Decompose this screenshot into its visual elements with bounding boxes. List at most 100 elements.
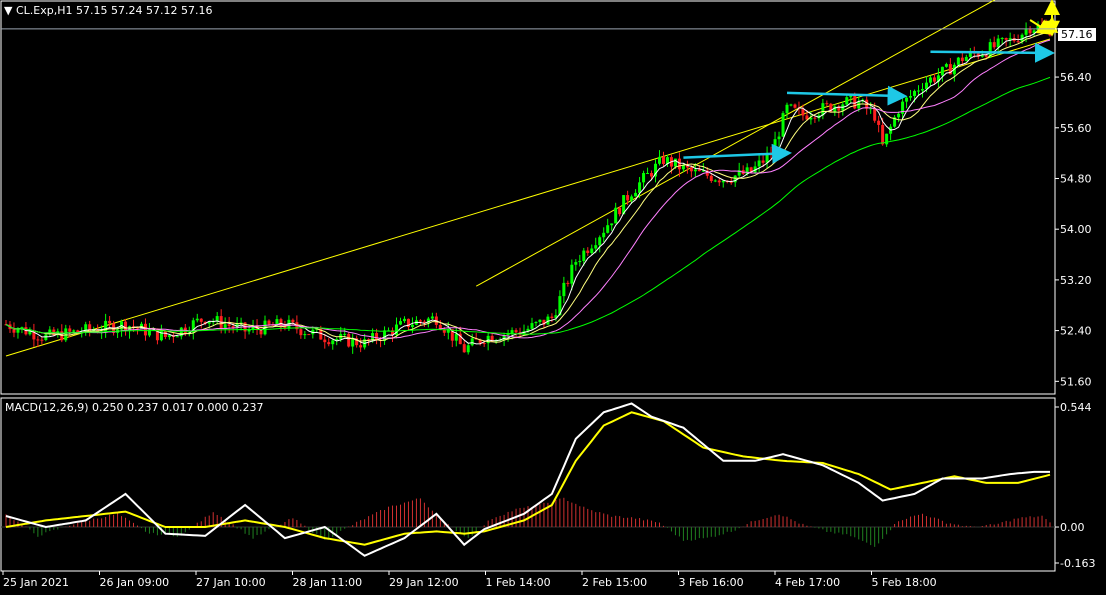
candle-body (618, 207, 622, 215)
candle-body (143, 323, 147, 336)
candle-body (586, 250, 590, 254)
candle-body (781, 113, 785, 137)
trading-chart[interactable]: 56.40 55.60 54.80 54.00 53.20 52.40 51.60 0.544… (0, 0, 1106, 592)
chart-frame (0, 0, 1056, 572)
candle-body (996, 38, 1000, 48)
macd-y-tick-label: 0.544 (1060, 401, 1092, 414)
macd-main-line (5, 402, 1050, 557)
candle-body (721, 180, 725, 183)
candle-body (785, 104, 789, 114)
candle-body (757, 160, 761, 167)
candle-body (1000, 37, 1004, 39)
chart-svg[interactable]: 56.40 55.60 54.80 54.00 53.20 52.40 51.60 0.544… (0, 0, 1106, 592)
candle-body (825, 103, 829, 105)
x-tick-label: 29 Jan 12:00 (389, 576, 459, 589)
x-tick-label: 2 Feb 15:00 (582, 576, 647, 589)
trend-channel[interactable] (5, 0, 1051, 357)
candle-body (331, 340, 335, 345)
candle-body (761, 160, 765, 163)
candle-body (1004, 37, 1008, 40)
candle-body (68, 328, 72, 332)
candle-body (1028, 29, 1032, 34)
ma-slow-line (5, 39, 1051, 339)
candle-body (195, 318, 199, 321)
candle-body (227, 324, 231, 327)
candle-body (430, 316, 434, 319)
candle-body (347, 333, 351, 347)
candle-body (873, 108, 877, 121)
y-tick-label: 53.20 (1060, 274, 1092, 287)
candle-body (323, 339, 327, 343)
macd-pane-border (0, 397, 1056, 572)
candle-body (594, 245, 598, 249)
candle-body (813, 117, 817, 119)
x-tick-label: 5 Feb 18:00 (872, 576, 937, 589)
candle-body (299, 329, 303, 336)
candle-body (638, 182, 642, 193)
candle-body (917, 90, 921, 92)
candle-body (582, 250, 586, 261)
candle-body (462, 344, 466, 353)
candle-body (167, 335, 171, 338)
x-tick-label: 27 Jan 10:00 (196, 576, 266, 589)
candle-body (789, 104, 793, 106)
y-tick-label: 55.60 (1060, 122, 1092, 135)
candle-body (689, 167, 693, 172)
x-tick-label: 3 Feb 16:00 (679, 576, 744, 589)
candle-body (267, 320, 271, 325)
candle-body (881, 124, 885, 145)
candle-body (514, 330, 518, 333)
x-tick-label: 25 Jan 2021 (3, 576, 69, 589)
y-tick-label: 54.80 (1060, 172, 1092, 185)
candle-body (602, 232, 606, 238)
candle-body (897, 113, 901, 118)
candle-body (36, 339, 40, 341)
candle-body (343, 333, 347, 335)
candle-body (909, 96, 913, 98)
macd-indicator (1, 402, 1055, 557)
x-tick-label: 28 Jan 11:00 (293, 576, 363, 589)
candle-body (410, 324, 414, 328)
x-tick-label: 4 Feb 17:00 (775, 576, 840, 589)
annotation-arrows[interactable] (683, 0, 1060, 164)
ohlc-values: 57.15 57.24 57.12 57.16 (75, 4, 213, 17)
candle-body (303, 334, 307, 336)
candle-body (88, 324, 92, 331)
candle-body (920, 88, 924, 91)
candle-body (606, 225, 610, 233)
candle-body (801, 108, 805, 116)
macd-y-tick-label: 0.00 (1060, 521, 1085, 534)
candle-body (717, 180, 721, 183)
collapse-triangle-icon[interactable]: ▼ (4, 4, 12, 17)
candle-body (223, 324, 227, 329)
candle-body (988, 42, 992, 57)
symbol-label: CL.Exp,H1 (15, 4, 73, 17)
x-tick-label: 1 Feb 14:00 (486, 576, 551, 589)
macd-label: MACD(12,26,9) 0.250 0.237 0.017 0.000 0.… (5, 401, 264, 414)
macd-y-tick-label: -0.163 (1060, 557, 1095, 570)
candle-body (327, 342, 331, 345)
ma-long-line (5, 76, 1051, 335)
candle-body (849, 95, 853, 98)
candle-body (853, 95, 857, 109)
x-tick-label: 26 Jan 09:00 (100, 576, 170, 589)
candle-body (534, 321, 538, 324)
candle-body (598, 237, 602, 246)
chart-header[interactable]: ▼ CL.Exp,H1 57.15 57.24 57.12 57.16 (4, 4, 212, 17)
candle-body (1024, 29, 1028, 35)
candle-body (924, 82, 928, 89)
candle-body (570, 264, 574, 284)
horizontal-arrow (786, 85, 908, 106)
y-tick-label: 52.40 (1060, 325, 1092, 338)
candle-body (1016, 41, 1020, 43)
candle-body (984, 55, 988, 57)
candle-body (793, 104, 797, 108)
candle-body (64, 328, 68, 341)
channel-lower-line (5, 38, 1051, 357)
candle-body (913, 90, 917, 97)
candle-body (530, 323, 534, 329)
candle-body (199, 318, 203, 322)
candle-body (777, 136, 781, 140)
candle-body (614, 207, 618, 224)
candle-body (454, 333, 458, 341)
